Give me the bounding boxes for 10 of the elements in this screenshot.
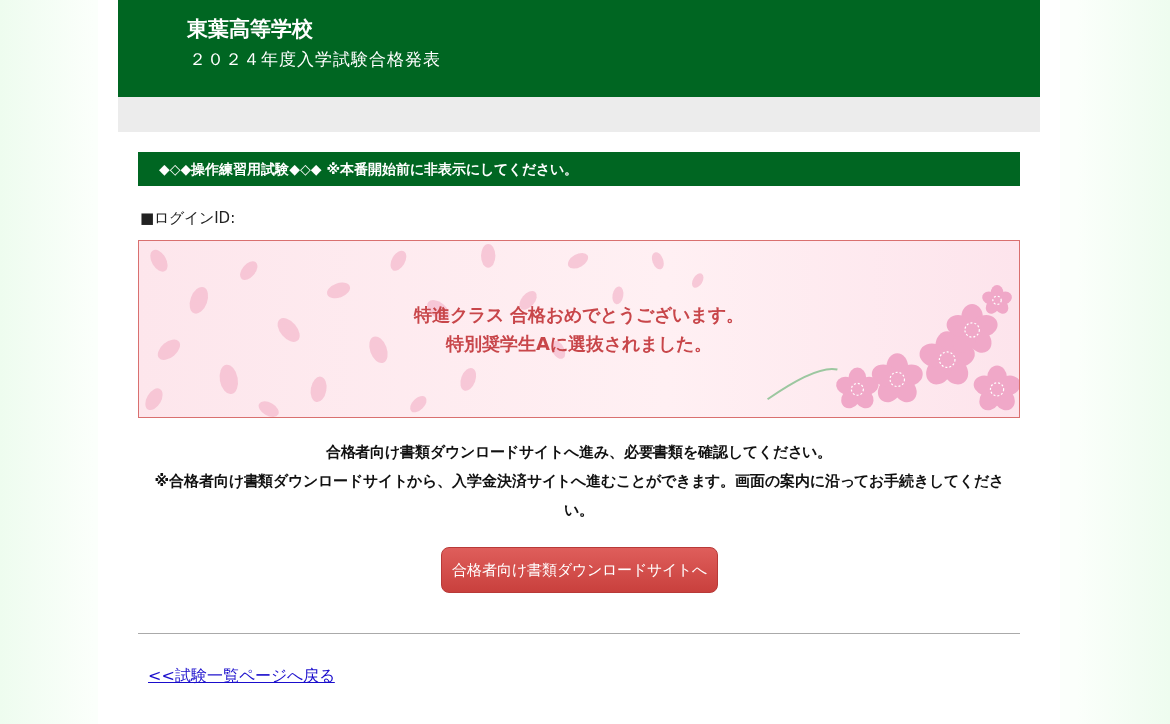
download-site-button[interactable]: 合格者向け書類ダウンロードサイトへ: [440, 547, 718, 593]
back-to-exam-list-link[interactable]: <<試験一覧ページへ戻る: [148, 666, 335, 687]
instruction-text: 合格者向け書類ダウンロードサイトへ進み、必要書類を確認してください。: [324, 442, 834, 463]
login-id-label: ■ログインID:: [140, 208, 237, 229]
instruction-text: ※合格者向け書類ダウンロードサイトから、入学金決済サイトへ進むことができます。画面の案内に沿ってお手続きしてください。: [153, 471, 1005, 521]
notice-banner: ◆◇◆操作練習用試験◆◇◆ ※本番開始前に非表示にしてください。: [138, 152, 1020, 186]
page-subtitle: ２０２４年度入学試験合格発表: [189, 48, 442, 71]
result-message: 特別奨学生Aに選抜されました。: [444, 332, 713, 356]
school-name: 東葉高等学校: [187, 16, 314, 43]
result-message: 特進クラス 合格おめでとうございます。: [412, 303, 746, 327]
